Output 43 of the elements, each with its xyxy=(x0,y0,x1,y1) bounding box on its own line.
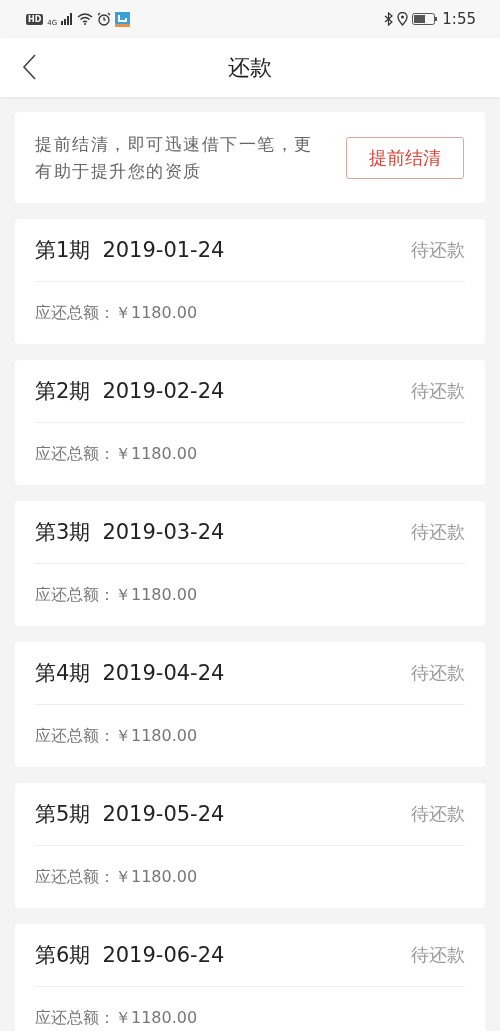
amount-label: 应还总额： xyxy=(35,443,115,465)
due-date: 2019-04-24 xyxy=(102,661,225,685)
payment-status: 待还款 xyxy=(411,802,465,826)
period-label: 第6期 xyxy=(35,942,91,969)
page-title: 还款 xyxy=(228,53,272,82)
amount-value: ￥1180.00 xyxy=(115,443,198,465)
amount-label: 应还总额： xyxy=(35,302,115,324)
chevron-left-icon xyxy=(21,53,39,81)
amount-label: 应还总额： xyxy=(35,1007,115,1029)
amount-value: ￥1180.00 xyxy=(115,866,198,888)
amount-label: 应还总额： xyxy=(35,866,115,888)
period-label: 第5期 xyxy=(35,801,91,828)
amount-value: ￥1180.00 xyxy=(115,584,198,606)
payment-status: 待还款 xyxy=(411,943,465,967)
amount-value: ￥1180.00 xyxy=(115,725,198,747)
amount-value: ￥1180.00 xyxy=(115,1007,198,1029)
due-date: 2019-03-24 xyxy=(102,520,225,544)
amount-label: 应还总额： xyxy=(35,584,115,606)
early-payoff-button[interactable]: 提前结清 xyxy=(346,136,464,179)
bluetooth-icon xyxy=(384,12,394,26)
payment-status: 待还款 xyxy=(411,238,465,262)
notice-text: 提前结清，即可迅速借下一笔，更有助于提升您的资质 xyxy=(35,132,314,183)
due-date: 2019-02-24 xyxy=(102,379,225,403)
location-icon xyxy=(397,12,409,26)
alarm-icon xyxy=(97,12,112,26)
payment-status: 待还款 xyxy=(411,520,465,544)
period-label: 第3期 xyxy=(35,519,91,546)
hd-badge: HD xyxy=(26,13,44,25)
wifi-icon xyxy=(77,13,94,25)
payment-status: 待还款 xyxy=(411,661,465,685)
due-date: 2019-05-24 xyxy=(102,802,225,826)
period-label: 第1期 xyxy=(35,237,91,264)
app-icon xyxy=(115,11,131,27)
amount-label: 应还总额： xyxy=(35,725,115,747)
due-date: 2019-06-24 xyxy=(102,943,225,967)
signal-icon xyxy=(61,13,74,25)
amount-value: ￥1180.00 xyxy=(115,302,198,324)
payment-status: 待还款 xyxy=(411,379,465,403)
due-date: 2019-01-24 xyxy=(102,238,225,262)
battery-icon xyxy=(412,13,439,25)
period-label: 第2期 xyxy=(35,378,91,405)
clock-time: 1:55 xyxy=(442,10,476,28)
period-label: 第4期 xyxy=(35,660,91,687)
